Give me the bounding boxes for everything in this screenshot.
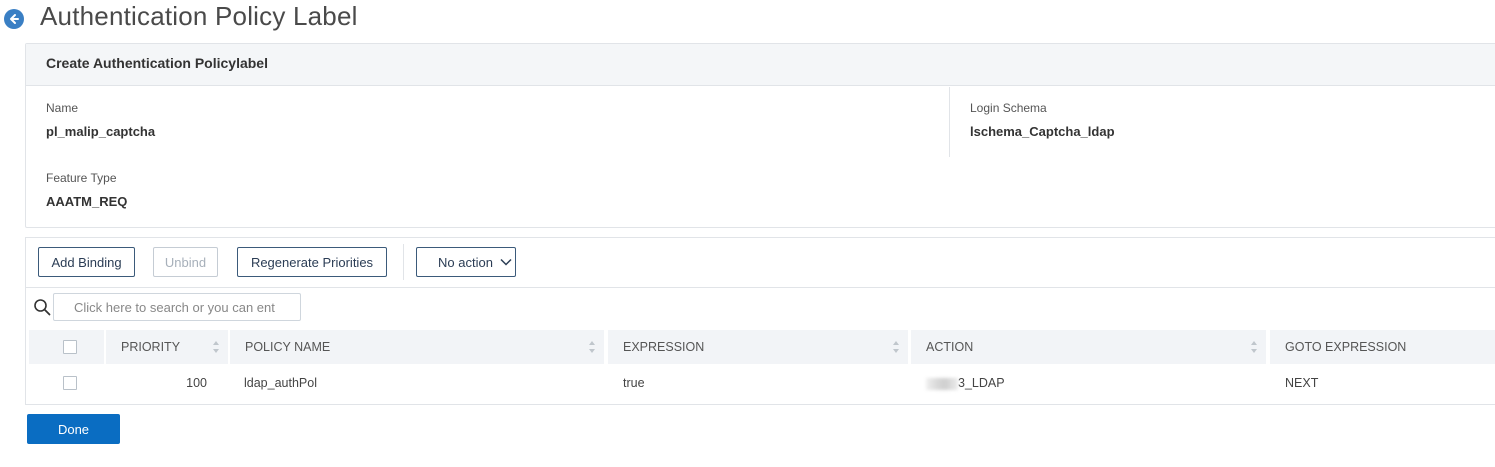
- chevron-down-icon: [500, 258, 512, 266]
- select-all-cell: [29, 330, 104, 364]
- search-icon[interactable]: [34, 299, 51, 321]
- action-cell[interactable]: 3_LDAP: [926, 366, 1005, 400]
- action-dropdown[interactable]: No action: [416, 247, 516, 277]
- login-schema-label: Login Schema: [970, 101, 1047, 115]
- regenerate-priorities-button[interactable]: Regenerate Priorities: [237, 247, 387, 277]
- search-row: [26, 287, 1495, 328]
- feature-type-value: AAATM_REQ: [46, 194, 128, 209]
- sort-icon: [893, 341, 899, 353]
- goto-expression-cell: NEXT: [1285, 376, 1319, 390]
- back-arrow-icon[interactable]: [4, 9, 24, 29]
- policy-name-cell[interactable]: ldap_authPol: [244, 366, 317, 400]
- action-value: 3_LDAP: [958, 376, 1005, 390]
- login-schema-value: lschema_Captcha_ldap: [970, 124, 1115, 139]
- table-header: PRIORITY POLICY NAME EXPRESSION ACTION G…: [26, 330, 1495, 364]
- bindings-toolbar: Add Binding Unbind Regenerate Priorities…: [26, 238, 1495, 288]
- column-header-action[interactable]: ACTION: [911, 330, 1266, 364]
- select-all-checkbox[interactable]: [63, 340, 77, 354]
- toolbar-divider: [403, 244, 404, 280]
- column-header-policy-name[interactable]: POLICY NAME: [230, 330, 604, 364]
- sort-icon: [1251, 341, 1257, 353]
- panel-header: Create Authentication Policylabel: [26, 44, 1495, 86]
- unbind-button[interactable]: Unbind: [153, 247, 218, 277]
- expression-cell: true: [623, 376, 645, 390]
- add-binding-button[interactable]: Add Binding: [38, 247, 135, 277]
- column-divider: [949, 87, 950, 157]
- page-title: Authentication Policy Label: [40, 1, 358, 31]
- action-dropdown-label: No action: [438, 254, 493, 270]
- search-input[interactable]: [53, 293, 301, 321]
- create-policylabel-panel: Create Authentication Policylabel Name p…: [25, 43, 1495, 228]
- name-value: pl_malip_captcha: [46, 124, 156, 139]
- row-checkbox[interactable]: [63, 376, 77, 390]
- policy-bindings-panel: Add Binding Unbind Regenerate Priorities…: [25, 237, 1495, 405]
- priority-cell: 100: [186, 376, 207, 390]
- column-header-priority[interactable]: PRIORITY: [106, 330, 228, 364]
- column-header-expression[interactable]: EXPRESSION: [608, 330, 908, 364]
- sort-icon: [589, 341, 595, 353]
- done-button[interactable]: Done: [27, 414, 120, 444]
- sort-icon: [213, 341, 219, 353]
- redacted-text: [926, 377, 958, 390]
- table-row[interactable]: 100 ldap_authPol true 3_LDAP NEXT: [26, 366, 1495, 400]
- name-label: Name: [46, 101, 79, 115]
- column-header-goto-expression[interactable]: GOTO EXPRESSION: [1270, 330, 1495, 364]
- feature-type-label: Feature Type: [46, 171, 117, 185]
